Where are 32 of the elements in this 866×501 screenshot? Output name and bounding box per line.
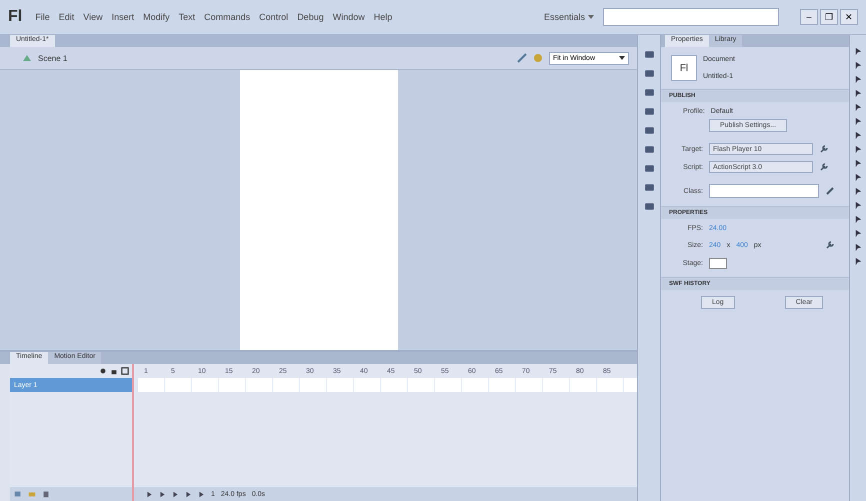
caret-icon xyxy=(588,14,594,20)
menu-item[interactable]: Control xyxy=(259,12,288,22)
window-button[interactable]: ❐ xyxy=(820,9,838,25)
menu-item[interactable]: View xyxy=(83,12,103,22)
search-field[interactable] xyxy=(603,8,779,26)
square-icon[interactable] xyxy=(644,125,654,136)
menu-item[interactable]: Edit xyxy=(58,12,74,22)
window-button[interactable]: – xyxy=(800,9,818,25)
class-field[interactable] xyxy=(709,184,819,198)
window-button[interactable]: ✕ xyxy=(840,9,858,25)
play-icon[interactable] xyxy=(172,490,179,498)
menu-item[interactable]: Help xyxy=(374,12,392,22)
menu-item[interactable]: Modify xyxy=(143,12,170,22)
scene-label: Scene 1 xyxy=(38,54,68,62)
scene-icon xyxy=(22,53,32,63)
outline-icon[interactable] xyxy=(121,367,129,375)
workspace-dropdown[interactable]: Essentials xyxy=(544,12,594,22)
menu-item[interactable]: File xyxy=(35,12,50,22)
menu-item[interactable]: Debug xyxy=(297,12,324,22)
menu-item[interactable]: Insert xyxy=(112,12,134,22)
wrench-icon[interactable] xyxy=(819,162,829,172)
wrench-icon[interactable] xyxy=(819,144,829,154)
app-logo: Fl xyxy=(8,8,22,26)
wrench-icon[interactable] xyxy=(825,240,835,250)
edit-scene-icon[interactable] xyxy=(517,53,527,63)
menu-item[interactable]: Commands xyxy=(204,12,250,22)
document-icon: Fl xyxy=(671,55,697,81)
caret-icon xyxy=(619,55,625,61)
menu-item[interactable]: Window xyxy=(332,12,365,22)
panel-icon[interactable] xyxy=(644,68,654,79)
stage-color-swatch[interactable] xyxy=(709,258,727,269)
menu-item[interactable]: Text xyxy=(178,12,196,22)
